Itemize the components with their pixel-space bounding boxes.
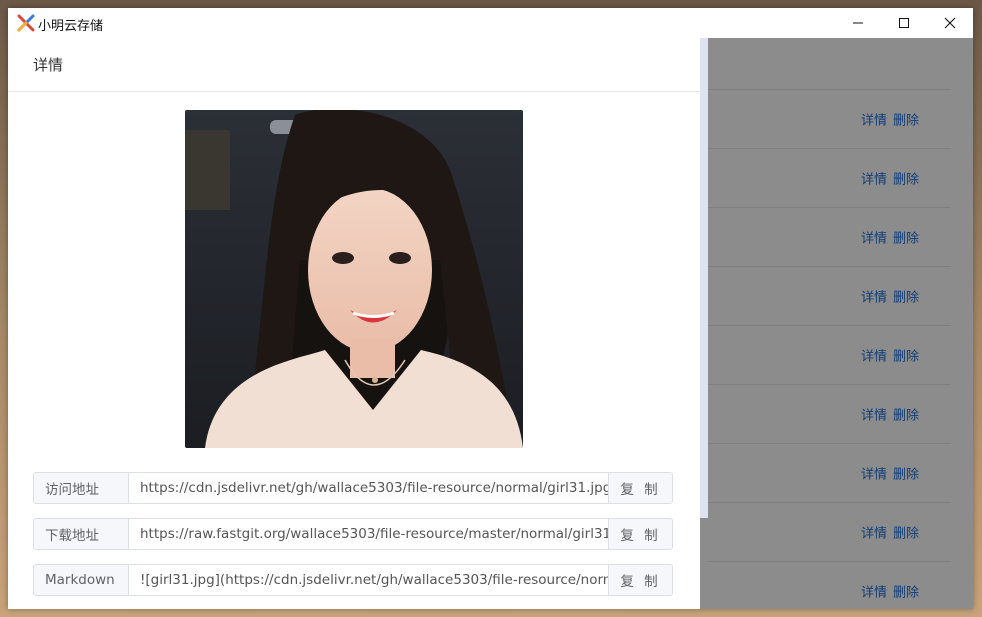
app-logo-icon (17, 14, 35, 32)
field-label: 访问地址 (34, 473, 129, 503)
copy-download-url-button[interactable]: 复 制 (608, 519, 672, 549)
drawer-header: 详情 (8, 38, 700, 92)
access-url-field: 访问地址 https://cdn.jsdelivr.net/gh/wallace… (33, 472, 673, 504)
detail-drawer: 详情 访问地址 https://cdn.jsdelivr.net/gh/wall… (8, 38, 700, 609)
access-url-input[interactable]: https://cdn.jsdelivr.net/gh/wallace5303/… (129, 473, 608, 503)
download-url-input[interactable]: https://raw.fastgit.org/wallace5303/file… (129, 519, 608, 549)
maximize-icon (899, 18, 909, 28)
drawer-title: 详情 (33, 56, 64, 74)
markdown-field: Markdown ![girl31.jpg](https://cdn.jsdel… (33, 564, 673, 596)
minimize-icon (853, 22, 863, 24)
markdown-input[interactable]: ![girl31.jpg](https://cdn.jsdelivr.net/g… (129, 565, 608, 595)
window-title: 小明云存储 (38, 19, 104, 34)
field-label: Markdown (34, 565, 129, 595)
download-url-field: 下载地址 https://raw.fastgit.org/wallace5303… (33, 518, 673, 550)
app-window: 小明云存储 详情 删除 详情 删除 详情 删除 详情 删除 详情 删除 详情 删除 (8, 8, 973, 609)
close-icon (944, 17, 956, 29)
image-preview (185, 110, 523, 448)
copy-access-url-button[interactable]: 复 制 (608, 473, 672, 503)
drawer-scrollbar[interactable] (700, 38, 708, 518)
copy-markdown-button[interactable]: 复 制 (608, 565, 672, 595)
field-label: 下载地址 (34, 519, 129, 549)
